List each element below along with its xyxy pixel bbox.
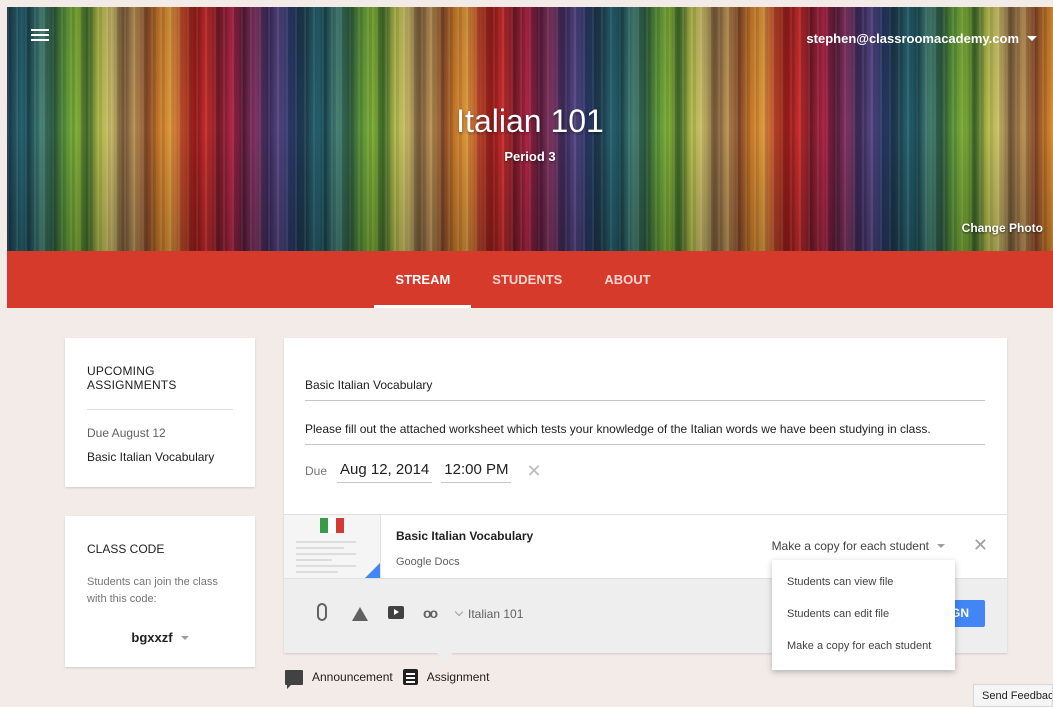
assignment-button[interactable]: Assignment (402, 669, 490, 685)
chevron-down-icon (454, 607, 464, 617)
due-label: Due (305, 464, 328, 478)
assignment-label: Assignment (426, 670, 490, 684)
tab-about[interactable]: ABOUT (583, 251, 671, 308)
class-code-heading: CLASS CODE (87, 542, 165, 556)
class-code-card: CLASS CODE Students can join the class w… (65, 516, 255, 667)
post-type-switcher: Announcement Assignment (285, 669, 499, 689)
class-code-selector[interactable]: bgxxzf (87, 630, 233, 645)
change-photo-button[interactable]: Change Photo (962, 221, 1043, 235)
google-drive-icon[interactable] (352, 607, 368, 621)
tab-stream[interactable]: STREAM (374, 251, 472, 308)
assignment-description-input[interactable]: Please fill out the attached worksheet w… (305, 422, 985, 445)
caret-down-icon[interactable] (180, 635, 189, 640)
docs-corner-icon (364, 563, 380, 579)
assignment-title-input[interactable]: Basic Italian Vocabulary (305, 378, 985, 401)
sharing-mode-label: Make a copy for each student (771, 539, 929, 553)
due-time-picker[interactable]: 12:00 PM (441, 459, 512, 483)
announcement-icon (285, 669, 303, 689)
attachment-title[interactable]: Basic Italian Vocabulary (396, 529, 533, 543)
class-title: Italian 101 (456, 103, 604, 139)
sharing-mode-menu: Students can view file Students can edit… (772, 560, 955, 670)
menu-item-edit[interactable]: Students can edit file (772, 598, 955, 630)
class-period: Period 3 (504, 149, 556, 164)
upcoming-assignments-card: UPCOMING ASSIGNMENTS Due August 12 Basic… (65, 338, 255, 487)
class-selector-label: Italian 101 (468, 607, 524, 621)
send-feedback-button[interactable]: Send Feedback (973, 684, 1053, 707)
class-banner: stephen@classroomacademy.com Italian 101… (7, 7, 1053, 251)
menu-item-view[interactable]: Students can view file (772, 566, 955, 598)
account-email: stephen@classroomacademy.com (806, 31, 1019, 46)
link-icon[interactable]: oo (423, 605, 438, 621)
youtube-icon[interactable] (388, 606, 404, 619)
due-date-picker[interactable]: Aug 12, 2014 (337, 459, 433, 483)
caret-down-icon (937, 544, 945, 548)
class-code-description: Students can join the class with this co… (87, 576, 218, 605)
due-row: Due Aug 12, 2014 12:00 PM ✕ (305, 459, 542, 483)
tab-students[interactable]: STUDENTS (471, 251, 583, 308)
divider (87, 409, 233, 410)
upcoming-due-date: Due August 12 (87, 426, 166, 440)
sharing-mode-dropdown[interactable]: Make a copy for each student (772, 539, 945, 553)
caret-down-icon (1027, 36, 1037, 41)
class-selector[interactable]: Italian 101 (454, 607, 524, 621)
clear-due-date-icon[interactable]: ✕ (526, 462, 541, 480)
composer-pointer (436, 652, 454, 661)
remove-attachment-icon[interactable]: ✕ (973, 536, 988, 554)
paperclip-icon[interactable] (317, 603, 327, 621)
upcoming-assignment-link[interactable]: Basic Italian Vocabulary (87, 450, 233, 464)
assignment-icon (402, 669, 418, 685)
upcoming-heading: UPCOMING ASSIGNMENTS (87, 364, 177, 392)
italy-flag-image (320, 518, 344, 533)
tab-bar: STREAM STUDENTS ABOUT (7, 251, 1053, 308)
class-code-value: bgxxzf (131, 630, 173, 645)
attachment-source: Google Docs (396, 556, 460, 568)
announcement-label: Announcement (312, 670, 393, 684)
menu-item-copy[interactable]: Make a copy for each student (772, 630, 955, 662)
hamburger-menu-icon[interactable] (31, 29, 49, 43)
document-thumbnail[interactable] (284, 515, 381, 579)
account-menu[interactable]: stephen@classroomacademy.com (806, 31, 1037, 46)
announcement-button[interactable]: Announcement (285, 669, 393, 689)
